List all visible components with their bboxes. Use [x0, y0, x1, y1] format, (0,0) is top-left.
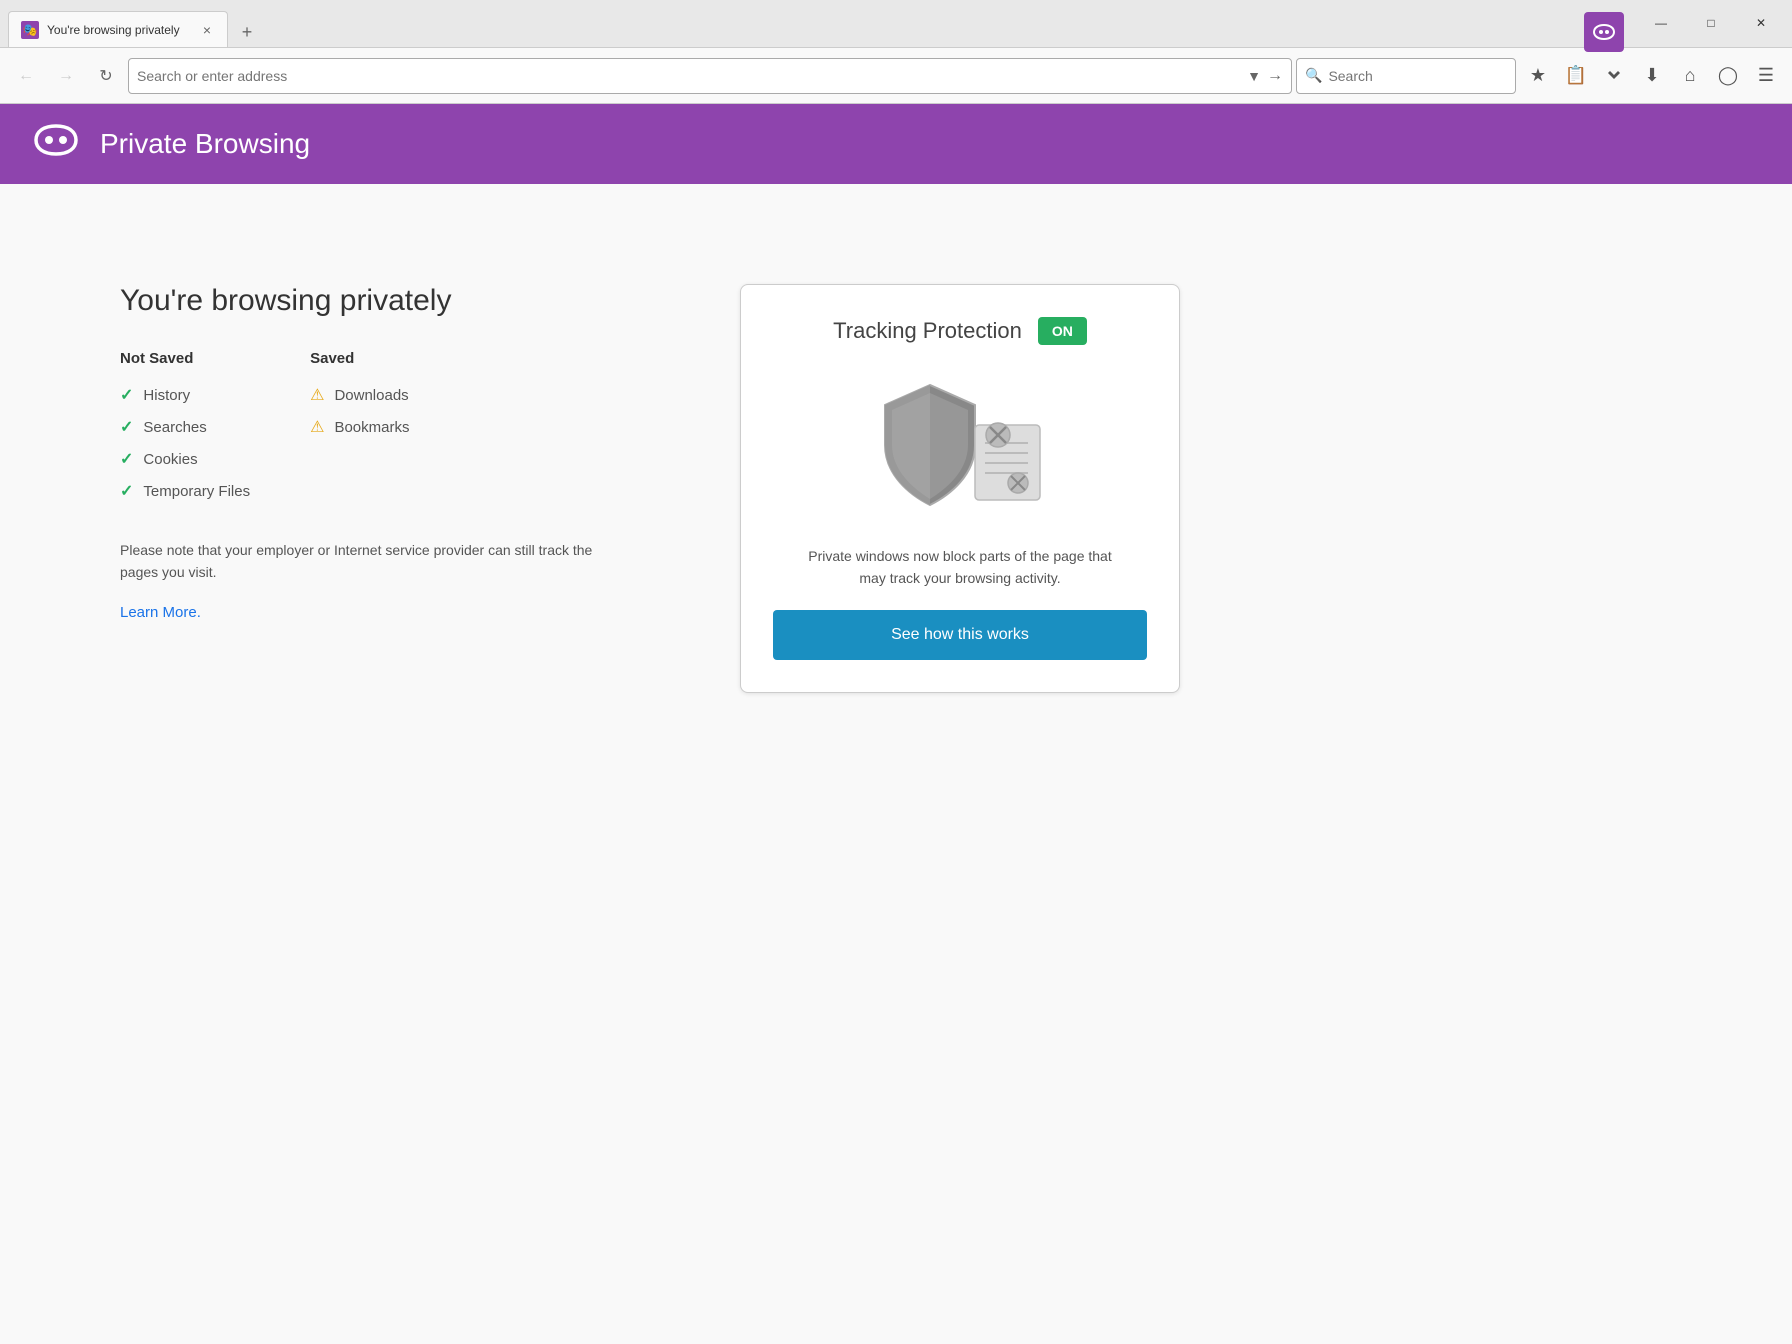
search-icon: 🔍 — [1305, 67, 1322, 84]
saved-label: Saved — [310, 350, 409, 367]
private-browsing-title: Private Browsing — [100, 128, 310, 160]
reload-button[interactable]: ↻ — [88, 58, 124, 94]
item-cookies: Cookies — [143, 451, 197, 468]
new-tab-button[interactable]: + — [232, 17, 262, 47]
search-input[interactable] — [1328, 68, 1468, 84]
tracking-protection-title: Tracking Protection — [833, 318, 1022, 344]
check-icon: ✓ — [120, 481, 133, 501]
tab-favicon — [21, 21, 39, 39]
list-item: ✓ Searches — [120, 411, 250, 443]
list-item: ⚠ Bookmarks — [310, 411, 409, 443]
forward-button[interactable]: → — [48, 58, 84, 94]
warning-icon: ⚠ — [310, 385, 324, 405]
privacy-items-row: Not Saved ✓ History ✓ Searches ✓ Cookies… — [120, 350, 680, 507]
check-icon: ✓ — [120, 417, 133, 437]
browser-tab[interactable]: You're browsing privately × — [8, 11, 228, 47]
search-bar[interactable]: 🔍 — [1296, 58, 1516, 94]
on-badge: ON — [1038, 317, 1087, 345]
left-panel: You're browsing privately Not Saved ✓ Hi… — [120, 284, 680, 1244]
list-item: ✓ Cookies — [120, 443, 250, 475]
address-input[interactable] — [137, 68, 1241, 84]
minimize-button[interactable]: — — [1638, 8, 1684, 38]
item-downloads: Downloads — [334, 387, 408, 404]
clipboard-button[interactable]: 📋 — [1558, 58, 1594, 94]
item-history: History — [143, 387, 190, 404]
privacy-note: Please note that your employer or Intern… — [120, 539, 620, 584]
list-item: ✓ Temporary Files — [120, 475, 250, 507]
warning-icon: ⚠ — [310, 417, 324, 437]
navigation-bar: ← → ↻ ▼ → 🔍 ★ 📋 ⬇ ⌂ ◯ ☰ — [0, 48, 1792, 104]
tracking-protection-icon — [870, 375, 1050, 515]
not-saved-label: Not Saved — [120, 350, 250, 367]
menu-button[interactable]: ☰ — [1748, 58, 1784, 94]
list-item: ✓ History — [120, 379, 250, 411]
close-window-button[interactable]: ✕ — [1738, 8, 1784, 38]
browsing-privately-title: You're browsing privately — [120, 284, 680, 318]
check-icon: ✓ — [120, 449, 133, 469]
download-button[interactable]: ⬇ — [1634, 58, 1670, 94]
private-mode-icon — [1584, 12, 1624, 52]
back-button[interactable]: ← — [8, 58, 44, 94]
tracking-icon-container — [870, 365, 1050, 525]
not-saved-column: Not Saved ✓ History ✓ Searches ✓ Cookies… — [120, 350, 250, 507]
check-icon: ✓ — [120, 385, 133, 405]
item-searches: Searches — [143, 419, 206, 436]
item-bookmarks: Bookmarks — [334, 419, 409, 436]
tracking-protection-card: Tracking Protection ON — [740, 284, 1180, 693]
go-button[interactable]: → — [1267, 67, 1283, 85]
title-bar: You're browsing privately × + — □ ✕ — [0, 0, 1792, 48]
private-browsing-logo — [32, 122, 80, 167]
bookmark-star-button[interactable]: ★ — [1520, 58, 1556, 94]
main-content: You're browsing privately Not Saved ✓ Hi… — [0, 184, 1792, 1344]
learn-more-link[interactable]: Learn More. — [120, 604, 201, 621]
tracking-description: Private windows now block parts of the p… — [800, 545, 1120, 590]
address-dropdown-button[interactable]: ▼ — [1247, 68, 1261, 84]
address-bar[interactable]: ▼ → — [128, 58, 1292, 94]
chat-button[interactable]: ◯ — [1710, 58, 1746, 94]
window-controls: — □ ✕ — [1638, 8, 1784, 38]
private-browsing-header: Private Browsing — [0, 104, 1792, 184]
home-button[interactable]: ⌂ — [1672, 58, 1708, 94]
item-temp-files: Temporary Files — [143, 483, 250, 500]
saved-column: Saved ⚠ Downloads ⚠ Bookmarks — [310, 350, 409, 507]
pocket-button[interactable] — [1596, 58, 1632, 94]
restore-button[interactable]: □ — [1688, 8, 1734, 38]
tab-title: You're browsing privately — [47, 23, 191, 37]
tracking-header: Tracking Protection ON — [833, 317, 1087, 345]
see-how-button[interactable]: See how this works — [773, 610, 1147, 660]
close-tab-button[interactable]: × — [199, 20, 215, 40]
toolbar-icons: ★ 📋 ⬇ ⌂ ◯ ☰ — [1520, 58, 1784, 94]
right-panel: Tracking Protection ON — [740, 284, 1180, 1244]
list-item: ⚠ Downloads — [310, 379, 409, 411]
